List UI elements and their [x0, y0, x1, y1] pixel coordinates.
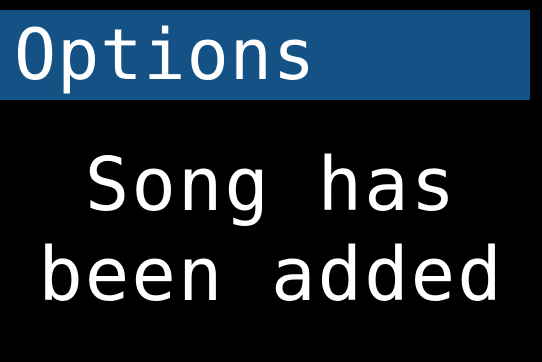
confirmation-message: Song has been added	[0, 140, 542, 320]
message-line-2: been added	[38, 232, 504, 318]
header-top-border	[0, 0, 542, 10]
options-header: Options	[0, 10, 530, 100]
header-title: Options	[14, 14, 317, 96]
message-line-1: Song has	[84, 142, 458, 228]
device-screen: Options Song has been added	[0, 0, 542, 362]
